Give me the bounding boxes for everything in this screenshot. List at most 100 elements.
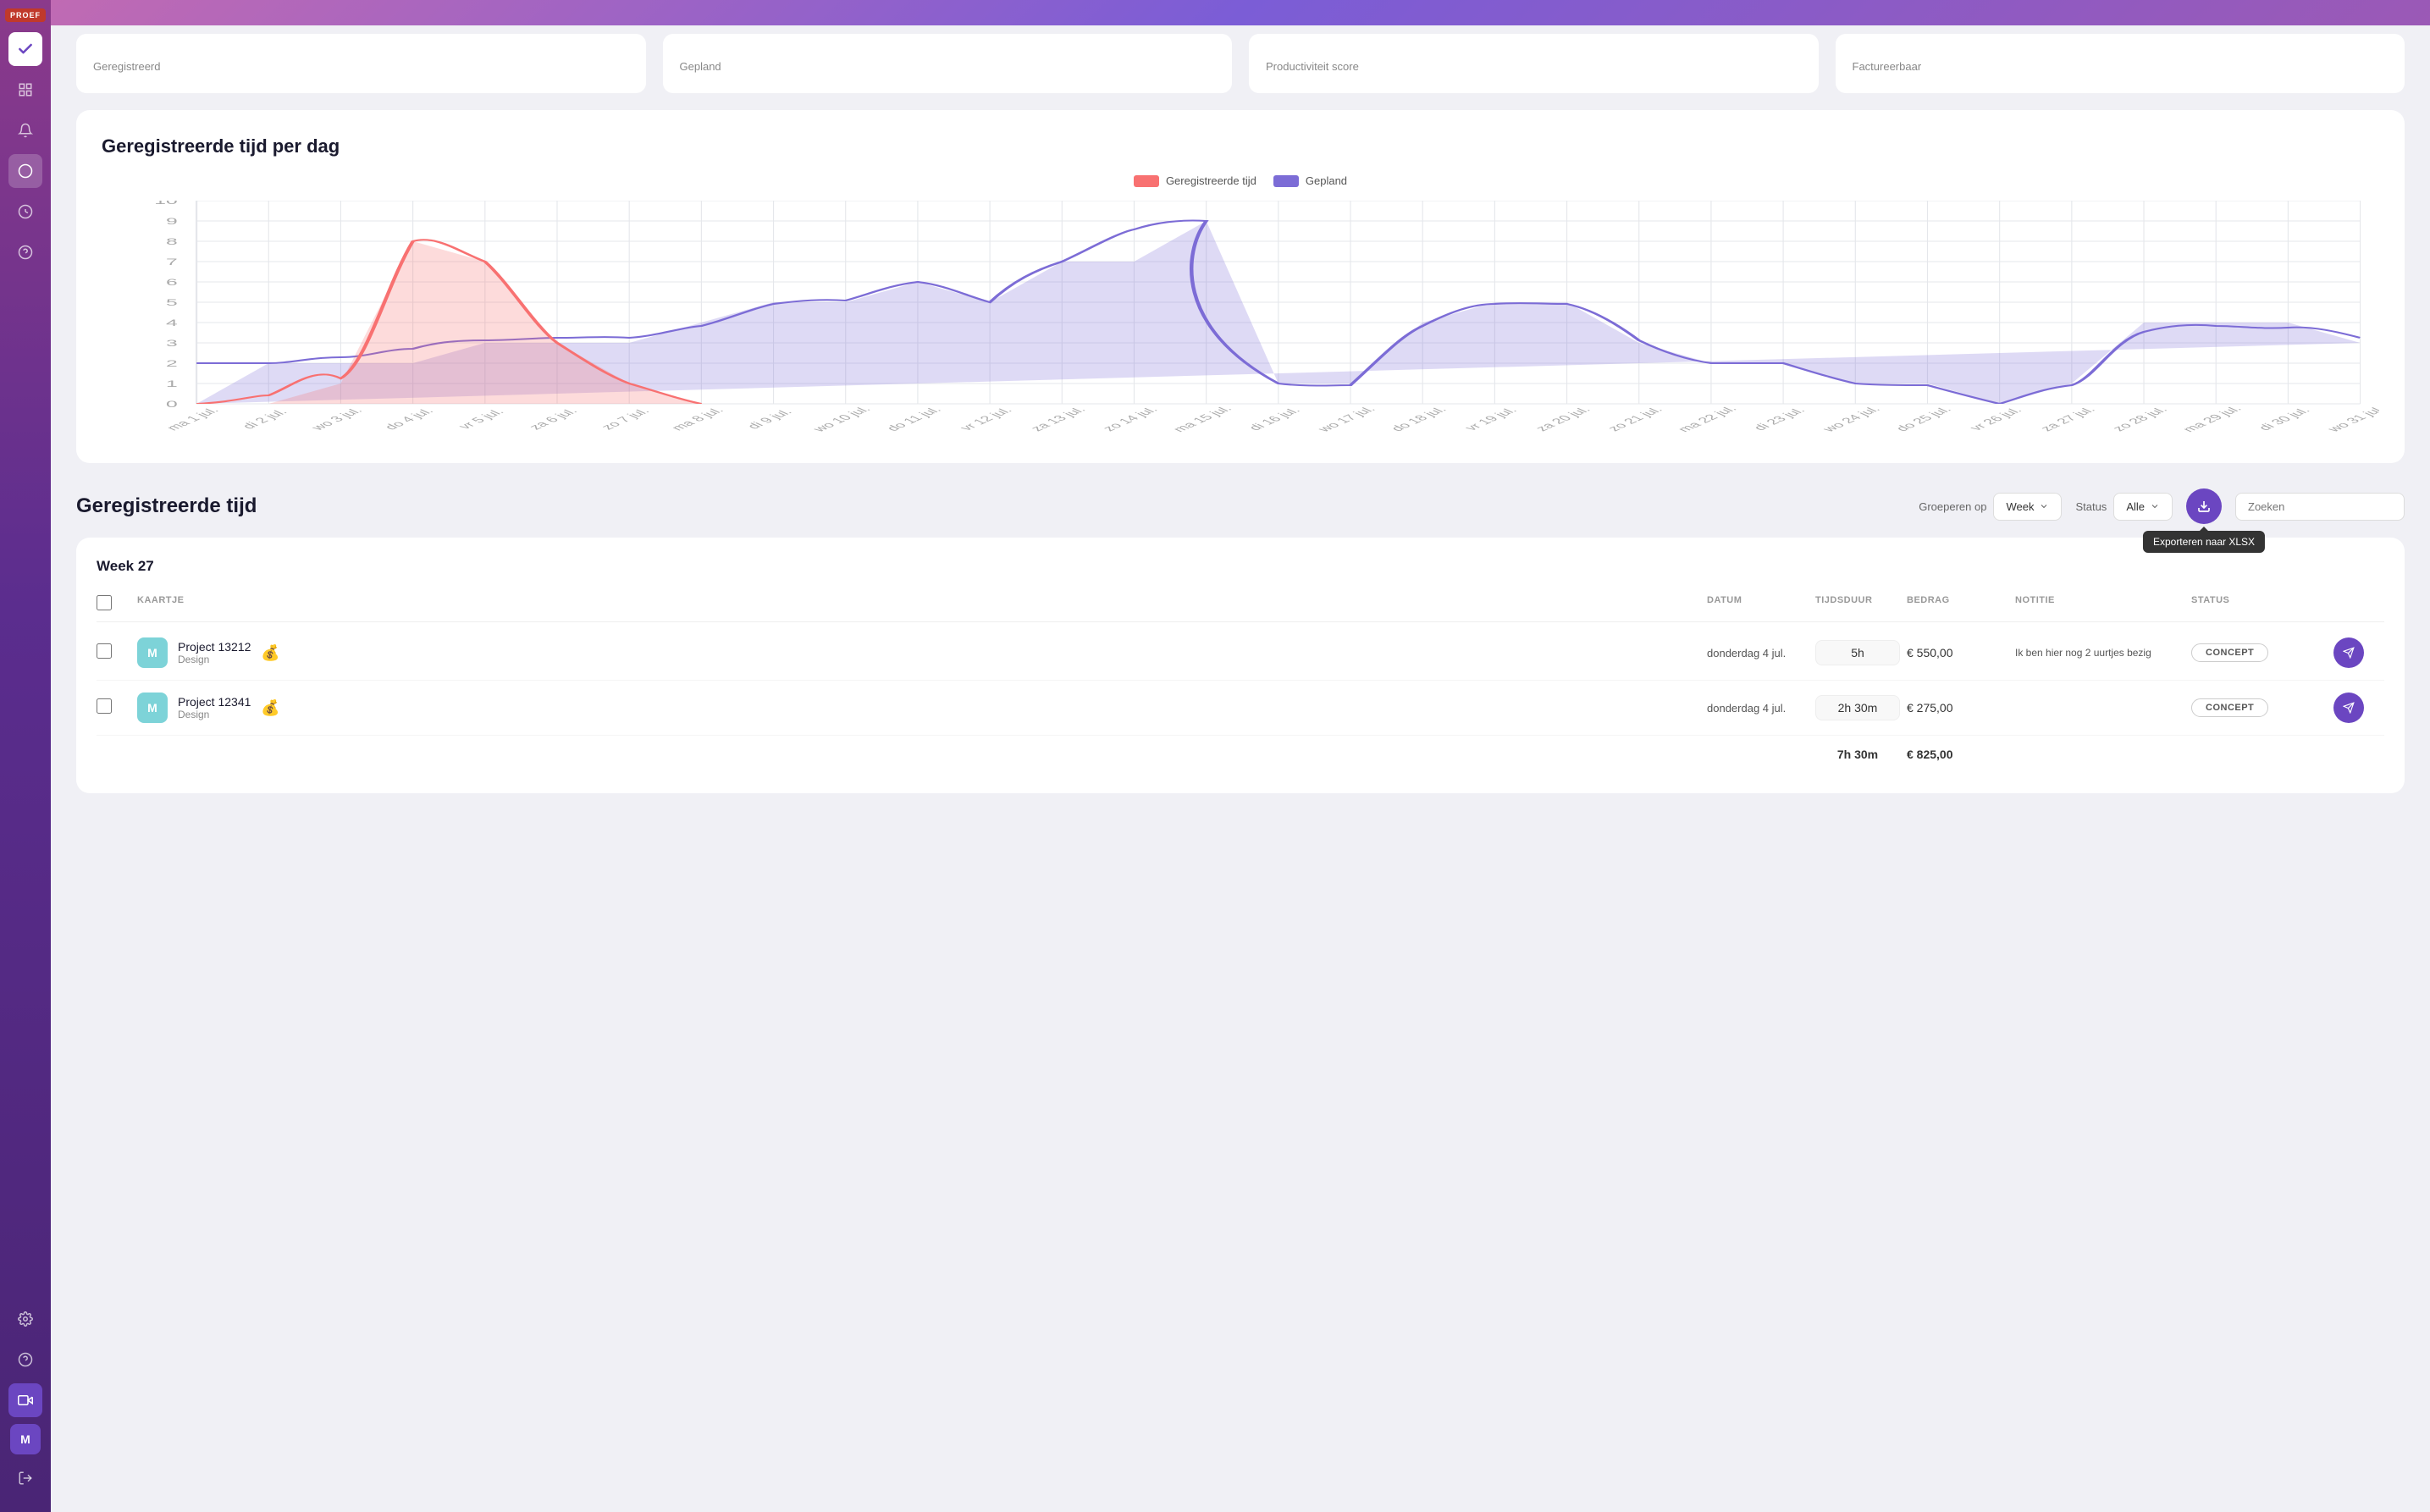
svg-text:zo 21 jul.: zo 21 jul. bbox=[1604, 406, 1666, 433]
row2-status-cell: CONCEPT bbox=[2191, 698, 2327, 717]
svg-text:4: 4 bbox=[166, 318, 178, 328]
row1-duration-cell: 5h bbox=[1815, 640, 1900, 665]
col-tijdsduur: TIJDSDUUR bbox=[1815, 595, 1900, 615]
row2-status-badge[interactable]: CONCEPT bbox=[2191, 698, 2268, 717]
row2-checkbox[interactable] bbox=[97, 698, 112, 714]
row1-note: Ik ben hier nog 2 uurtjes bezig bbox=[2015, 646, 2184, 660]
col-status: STATUS bbox=[2191, 595, 2327, 615]
sidebar-item-timer[interactable] bbox=[8, 1383, 42, 1417]
download-button[interactable] bbox=[2186, 488, 2222, 524]
chart-svg: 0 1 2 3 4 5 6 7 8 9 10 bbox=[102, 201, 2379, 438]
svg-text:5: 5 bbox=[166, 298, 178, 308]
row2-project-cell: M Project 12341 Design 💰 bbox=[137, 693, 1700, 723]
sidebar-item-question[interactable] bbox=[8, 1343, 42, 1377]
export-tooltip: Exporteren naar XLSX bbox=[2143, 531, 2265, 553]
svg-text:di 2 jul.: di 2 jul. bbox=[240, 408, 291, 431]
legend-registered: Geregistreerde tijd bbox=[1134, 174, 1256, 187]
chart-legend: Geregistreerde tijd Gepland bbox=[102, 174, 2379, 187]
col-notitie: NOTITIE bbox=[2015, 595, 2184, 615]
group-select[interactable]: Week bbox=[1993, 493, 2062, 521]
svg-text:wo 17 jul.: wo 17 jul. bbox=[1314, 405, 1379, 433]
row2-send-button[interactable] bbox=[2333, 693, 2364, 723]
group-value: Week bbox=[2006, 500, 2034, 513]
time-section-title: Geregistreerde tijd bbox=[76, 494, 257, 518]
row2-date: donderdag 4 jul. bbox=[1707, 702, 1809, 715]
row1-date: donderdag 4 jul. bbox=[1707, 647, 1809, 659]
sidebar-item-logout[interactable] bbox=[8, 1461, 42, 1495]
col-bedrag: BEDRAG bbox=[1907, 595, 2008, 615]
col-datum: DATUM bbox=[1707, 595, 1809, 615]
status-label: Status bbox=[2075, 500, 2107, 513]
svg-text:ma 22 jul.: ma 22 jul. bbox=[1675, 405, 1740, 434]
legend-planned: Gepland bbox=[1273, 174, 1347, 187]
sidebar-item-circle[interactable] bbox=[8, 154, 42, 188]
group-label: Groeperen op bbox=[1919, 500, 1986, 513]
download-icon bbox=[2197, 499, 2211, 513]
sidebar-item-bell[interactable] bbox=[8, 113, 42, 147]
status-select[interactable]: Alle bbox=[2113, 493, 2173, 521]
group-control: Groeperen op Week bbox=[1919, 493, 2062, 521]
svg-text:ma 8 jul.: ma 8 jul. bbox=[669, 406, 727, 433]
row2-avatar: M bbox=[137, 693, 168, 723]
row2-project-sub: Design bbox=[178, 709, 251, 720]
col-checkbox-header bbox=[97, 595, 130, 615]
svg-text:di 9 jul.: di 9 jul. bbox=[744, 408, 796, 431]
table-row: M Project 12341 Design 💰 donderdag 4 jul… bbox=[97, 681, 2384, 736]
total-row: 7h 30m € 825,00 bbox=[97, 736, 2384, 773]
svg-text:3: 3 bbox=[166, 339, 178, 349]
row1-avatar: M bbox=[137, 637, 168, 668]
svg-text:wo 10 jul.: wo 10 jul. bbox=[809, 405, 875, 433]
chart-title: Geregistreerde tijd per dag bbox=[102, 135, 2379, 157]
sidebar-item-settings[interactable] bbox=[8, 1302, 42, 1336]
user-avatar[interactable]: M bbox=[10, 1424, 41, 1454]
svg-text:7: 7 bbox=[166, 257, 178, 268]
col-kaartje: KAARTJE bbox=[137, 595, 1700, 615]
stat-card-billable: Factureerbaar bbox=[1836, 34, 2405, 93]
row1-send-button[interactable] bbox=[2333, 637, 2364, 668]
row1-action-cell bbox=[2333, 637, 2384, 668]
legend-swatch-registered bbox=[1134, 175, 1159, 187]
svg-text:di 30 jul.: di 30 jul. bbox=[2256, 406, 2314, 433]
stat-label-registered: Geregistreerd bbox=[93, 60, 629, 73]
svg-text:zo 28 jul.: zo 28 jul. bbox=[2110, 406, 2172, 433]
row1-status-badge[interactable]: CONCEPT bbox=[2191, 643, 2268, 662]
svg-text:wo 24 jul.: wo 24 jul. bbox=[1819, 405, 1884, 433]
chevron-down-icon bbox=[2150, 501, 2160, 511]
sidebar-item-grid[interactable] bbox=[8, 73, 42, 107]
week-label: Week 27 bbox=[97, 558, 2384, 575]
sidebar-item-clock[interactable] bbox=[8, 195, 42, 229]
svg-text:0: 0 bbox=[166, 400, 178, 410]
svg-text:vr 19 jul.: vr 19 jul. bbox=[1462, 406, 1521, 433]
sidebar-item-help[interactable] bbox=[8, 235, 42, 269]
svg-text:6: 6 bbox=[166, 278, 178, 288]
main-content: Geregistreerd Gepland Productiviteit sco… bbox=[51, 0, 2430, 1512]
row1-project-name: Project 13212 bbox=[178, 640, 251, 654]
svg-text:zo 14 jul.: zo 14 jul. bbox=[1100, 406, 1162, 433]
svg-text:za 6 jul.: za 6 jul. bbox=[527, 407, 582, 432]
row2-amount: € 275,00 bbox=[1907, 701, 2008, 715]
legend-label-registered: Geregistreerde tijd bbox=[1166, 174, 1256, 187]
row1-checkbox[interactable] bbox=[97, 643, 112, 659]
sidebar-bottom: M bbox=[8, 1302, 42, 1504]
sidebar-item-check[interactable] bbox=[8, 32, 42, 66]
row1-status-cell: CONCEPT bbox=[2191, 643, 2327, 662]
chevron-down-icon bbox=[2039, 501, 2049, 511]
stat-cards: Geregistreerd Gepland Productiviteit sco… bbox=[76, 25, 2405, 93]
time-section-header: Geregistreerde tijd Groeperen op Week St… bbox=[76, 488, 2405, 524]
row2-project-info: Project 12341 Design bbox=[178, 695, 251, 720]
row1-project-sub: Design bbox=[178, 654, 251, 665]
search-input[interactable] bbox=[2235, 493, 2405, 521]
svg-text:do 11 jul.: do 11 jul. bbox=[884, 406, 945, 433]
send-icon bbox=[2343, 647, 2355, 659]
table-header: KAARTJE DATUM TIJDSDUUR BEDRAG NOTITIE S… bbox=[97, 588, 2384, 622]
row2-duration[interactable]: 2h 30m bbox=[1815, 695, 1900, 720]
row1-project-info: Project 13212 Design bbox=[178, 640, 251, 665]
total-duration: 7h 30m bbox=[1815, 748, 1900, 761]
col-action bbox=[2333, 595, 2384, 615]
svg-text:ma 15 jul.: ma 15 jul. bbox=[1170, 405, 1235, 434]
controls: Groeperen op Week Status Alle bbox=[1919, 488, 2405, 524]
svg-text:vr 5 jul.: vr 5 jul. bbox=[456, 407, 507, 430]
svg-text:1: 1 bbox=[166, 379, 178, 389]
row1-duration[interactable]: 5h bbox=[1815, 640, 1900, 665]
select-all-checkbox[interactable] bbox=[97, 595, 112, 610]
